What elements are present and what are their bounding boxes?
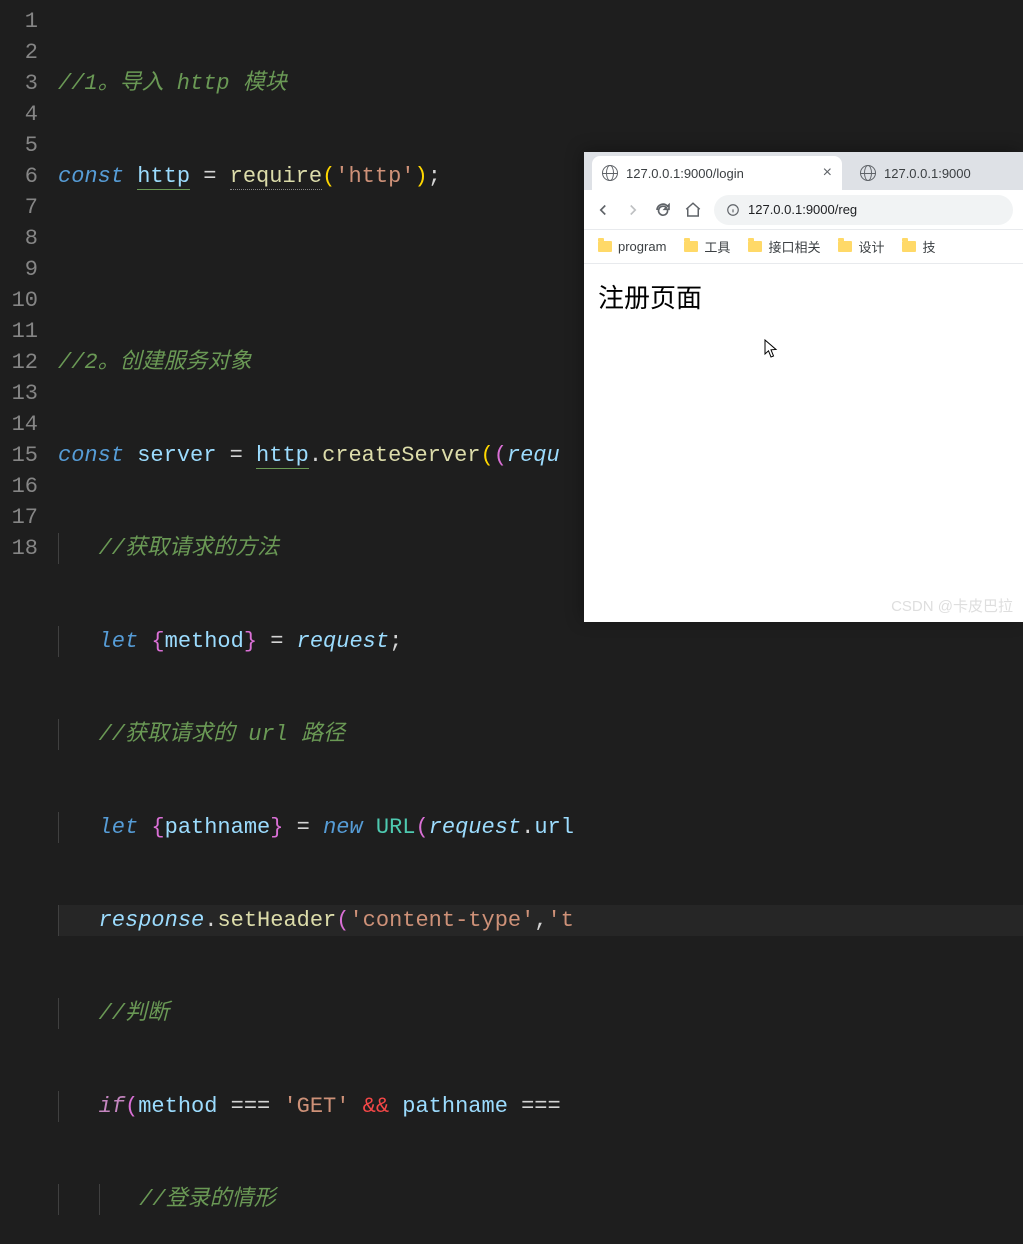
bookmark-item[interactable]: 技 bbox=[902, 237, 935, 256]
watermark: CSDN @卡皮巴拉 bbox=[891, 595, 1013, 616]
line-number: 6 bbox=[0, 161, 38, 192]
globe-icon bbox=[602, 165, 618, 181]
line-number: 15 bbox=[0, 440, 38, 471]
line-number: 14 bbox=[0, 409, 38, 440]
folder-icon bbox=[684, 241, 698, 252]
tab-title: 127.0.0.1:9000 bbox=[884, 166, 971, 181]
bookmark-item[interactable]: program bbox=[598, 239, 666, 254]
line-number: 12 bbox=[0, 347, 38, 378]
tab-strip: 127.0.0.1:9000/login × 127.0.0.1:9000 bbox=[584, 152, 1023, 190]
line-number: 18 bbox=[0, 533, 38, 564]
tab-title: 127.0.0.1:9000/login bbox=[626, 166, 744, 181]
home-button[interactable] bbox=[684, 201, 702, 219]
code-line: let {pathname} = new URL(request.url bbox=[58, 812, 1023, 843]
reload-button[interactable] bbox=[654, 201, 672, 219]
line-number: 4 bbox=[0, 99, 38, 130]
url-bar[interactable]: 127.0.0.1:9000/reg bbox=[714, 195, 1013, 225]
url-text: 127.0.0.1:9000/reg bbox=[748, 202, 857, 217]
line-number: 5 bbox=[0, 130, 38, 161]
line-number: 16 bbox=[0, 471, 38, 502]
line-number: 11 bbox=[0, 316, 38, 347]
browser-window: 127.0.0.1:9000/login × 127.0.0.1:9000 12… bbox=[584, 152, 1023, 622]
line-number: 8 bbox=[0, 223, 38, 254]
info-icon bbox=[726, 203, 740, 217]
page-content: 注册页面 bbox=[584, 264, 1023, 329]
code-line: if(method === 'GET' && pathname === bbox=[58, 1091, 1023, 1122]
bookmark-item[interactable]: 设计 bbox=[838, 237, 884, 256]
line-number: 7 bbox=[0, 192, 38, 223]
bookmarks-bar: program 工具 接口相关 设计 技 bbox=[584, 230, 1023, 264]
browser-tab-inactive[interactable]: 127.0.0.1:9000 bbox=[850, 156, 1023, 190]
browser-tab-active[interactable]: 127.0.0.1:9000/login × bbox=[592, 156, 842, 190]
code-line: response.setHeader('content-type','t bbox=[58, 905, 1023, 936]
line-number: 17 bbox=[0, 502, 38, 533]
code-line: //1。导入 http 模块 bbox=[58, 68, 1023, 99]
line-number: 9 bbox=[0, 254, 38, 285]
folder-icon bbox=[598, 241, 612, 252]
code-line: //判断 bbox=[58, 998, 1023, 1029]
back-button[interactable] bbox=[594, 201, 612, 219]
browser-toolbar: 127.0.0.1:9000/reg bbox=[584, 190, 1023, 230]
page-heading: 注册页面 bbox=[598, 283, 702, 313]
forward-button[interactable] bbox=[624, 201, 642, 219]
folder-icon bbox=[902, 241, 916, 252]
line-number: 3 bbox=[0, 68, 38, 99]
code-line: let {method} = request; bbox=[58, 626, 1023, 657]
folder-icon bbox=[748, 241, 762, 252]
globe-icon bbox=[860, 165, 876, 181]
folder-icon bbox=[838, 241, 852, 252]
bookmark-item[interactable]: 工具 bbox=[684, 237, 730, 256]
line-number-gutter: 1 2 3 4 5 6 7 8 9 10 11 12 13 14 15 16 1… bbox=[0, 0, 50, 622]
code-line: //获取请求的 url 路径 bbox=[58, 719, 1023, 750]
line-number: 1 bbox=[0, 6, 38, 37]
line-number: 10 bbox=[0, 285, 38, 316]
line-number: 2 bbox=[0, 37, 38, 68]
bookmark-item[interactable]: 接口相关 bbox=[748, 237, 820, 256]
code-line: //登录的情形 bbox=[58, 1184, 1023, 1215]
tab-close-icon[interactable]: × bbox=[823, 164, 832, 182]
line-number: 13 bbox=[0, 378, 38, 409]
